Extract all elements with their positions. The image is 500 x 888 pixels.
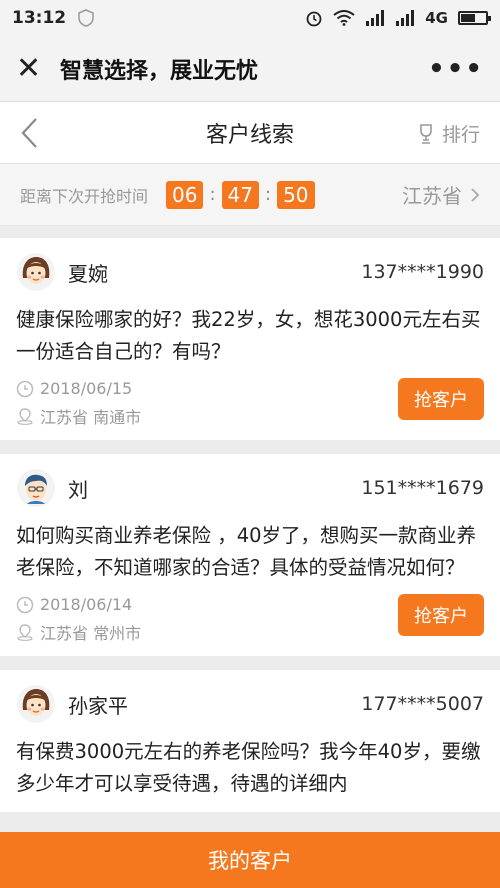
location-pin-icon — [17, 624, 33, 641]
lead-name: 刘 — [68, 477, 88, 502]
lead-phone: 151****1679 — [361, 477, 484, 499]
female-avatar-icon — [17, 253, 55, 291]
page-header: 客户线索 排行 — [0, 102, 500, 164]
lead-location: 江苏省 南通市 — [16, 404, 141, 428]
male-avatar-icon — [17, 469, 55, 507]
lead-date-text: 2018/06/15 — [40, 379, 133, 398]
countdown-hours: 06 — [166, 180, 204, 209]
chevron-right-icon — [471, 187, 480, 202]
clock-icon — [16, 596, 34, 613]
lead-location-text: 江苏省 南通市 — [40, 408, 142, 427]
female-avatar-icon — [17, 685, 55, 723]
province-label: 江苏省 — [402, 184, 462, 208]
lead-card: 夏婉 137****1990 健康保险哪家的好？我22岁，女，想花3000元左右… — [0, 238, 500, 440]
lead-card: 孙家平 177****5007 有保费3000元左右的养老保险吗？我今年40岁，… — [0, 670, 500, 812]
close-icon[interactable]: ✕ — [16, 53, 56, 84]
more-icon[interactable]: ••• — [428, 54, 484, 84]
lead-date-text: 2018/06/14 — [40, 595, 133, 614]
countdown-bar: 距离下次开抢时间 06 : 47 : 50 江苏省 — [0, 164, 500, 226]
rank-label: 排行 — [441, 124, 480, 146]
colon: : — [265, 184, 272, 205]
status-icons: 4G — [305, 9, 491, 27]
clock-icon — [16, 380, 34, 397]
battery-icon — [458, 11, 491, 25]
countdown-seconds: 50 — [277, 180, 315, 209]
status-time: 13:12 — [12, 8, 67, 28]
webview-title-bar: ✕ 智慧选择，展业无忧 ••• — [0, 36, 500, 102]
countdown-label: 距离下次开抢时间 — [20, 186, 149, 206]
signal-icon — [366, 10, 385, 26]
lead-question: 健康保险哪家的好？我22岁，女，想花3000元左右买一份适合自己的？有吗？ — [16, 308, 481, 363]
province-selector[interactable]: 江苏省 — [402, 180, 480, 209]
lead-date: 2018/06/15 — [16, 379, 141, 398]
countdown-minutes: 47 — [221, 180, 259, 209]
alarm-icon — [306, 11, 322, 27]
grab-customer-button[interactable]: 抢客户 — [398, 378, 484, 420]
rank-button[interactable]: 排行 — [416, 120, 480, 147]
lead-location: 江苏省 常州市 — [16, 620, 141, 644]
lead-question: 有保费3000元左右的养老保险吗？我今年40岁，要缴多少年才可以享受待遇，待遇的… — [16, 740, 481, 795]
lead-card: 刘 151****1679 如何购买商业养老保险 ，40岁了，想购买一款商业养老… — [0, 454, 500, 656]
countdown-timer: 06 : 47 : 50 — [166, 180, 315, 209]
lead-phone: 137****1990 — [361, 261, 484, 283]
trophy-icon — [420, 123, 432, 144]
my-customers-button[interactable]: 我的客户 — [0, 832, 500, 888]
shield-icon — [78, 9, 94, 27]
wifi-icon — [333, 10, 355, 26]
lead-question: 如何购买商业养老保险 ，40岁了，想购买一款商业养老保险，不知道哪家的合适？具体… — [16, 524, 477, 579]
lead-location-text: 江苏省 常州市 — [40, 624, 142, 643]
status-bar: 13:12 4G — [0, 0, 500, 36]
grab-customer-button[interactable]: 抢客户 — [398, 594, 484, 636]
lead-date: 2018/06/14 — [16, 595, 141, 614]
lead-name: 夏婉 — [68, 261, 108, 286]
signal-icon-2 — [396, 10, 415, 26]
colon: : — [209, 184, 216, 205]
lead-list: 夏婉 137****1990 健康保险哪家的好？我22岁，女，想花3000元左右… — [0, 226, 500, 812]
back-icon[interactable] — [18, 116, 40, 150]
network-type: 4G — [425, 9, 448, 27]
webview-title: 智慧选择，展业无忧 — [60, 58, 259, 84]
location-pin-icon — [17, 408, 33, 425]
lead-name: 孙家平 — [68, 693, 128, 718]
lead-phone: 177****5007 — [361, 693, 484, 715]
